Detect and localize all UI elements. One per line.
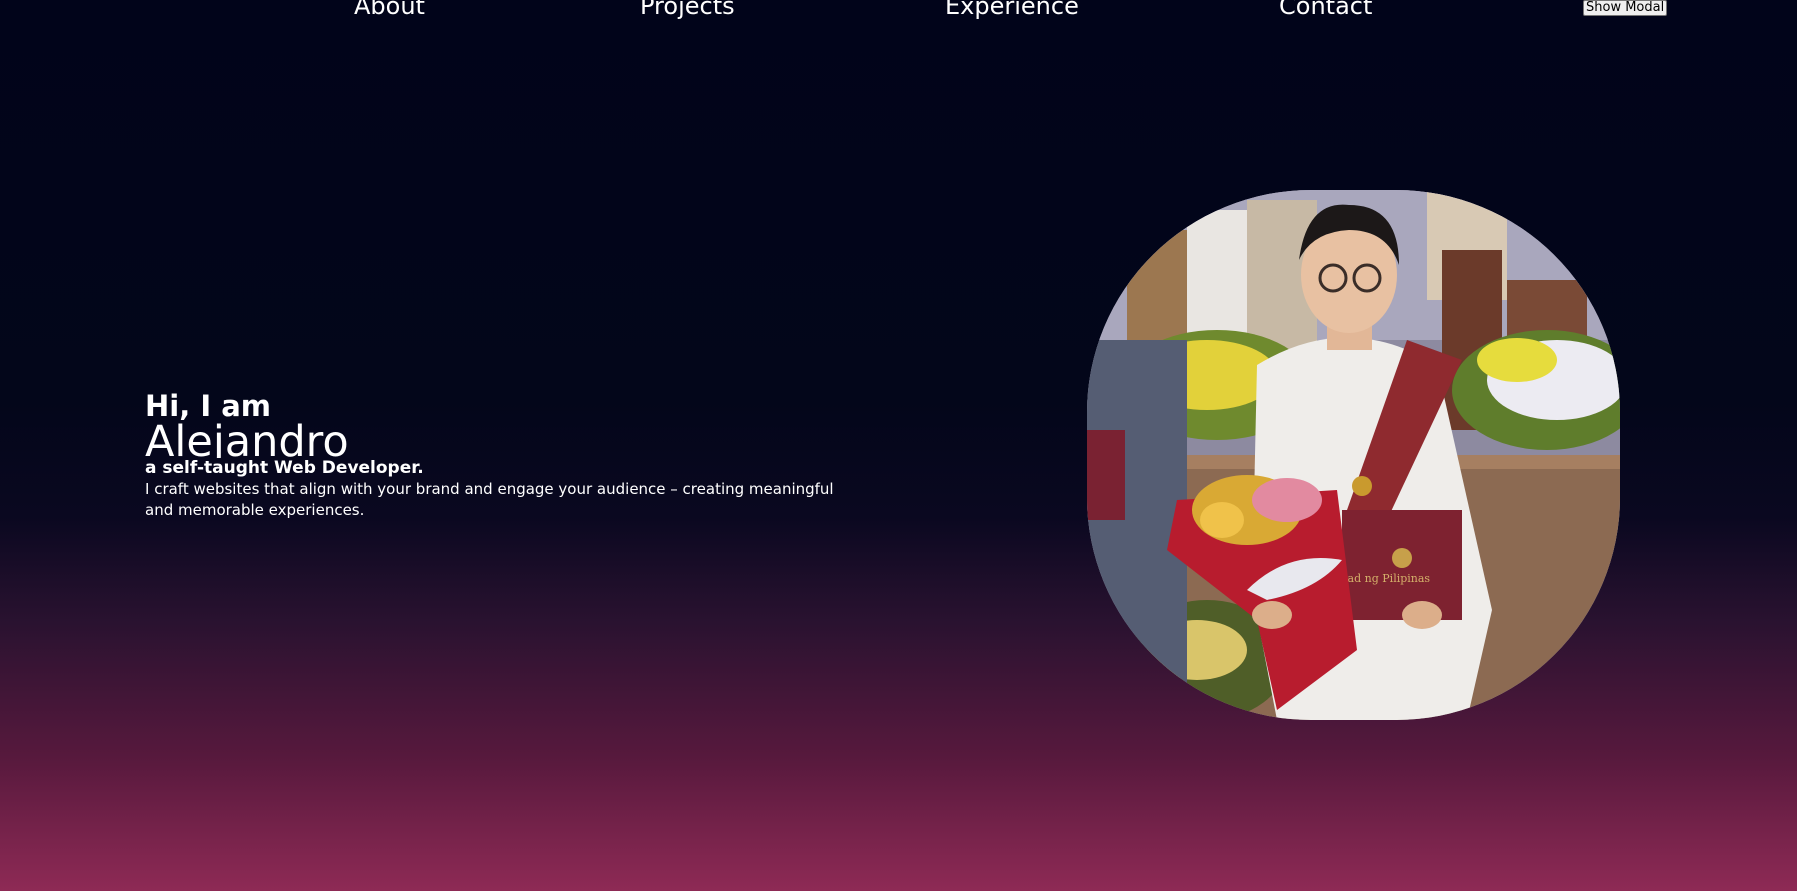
hero-intro: Hi, I am Alejandro a self-taught Web Dev… xyxy=(145,388,865,521)
nav-experience-link[interactable]: Experience xyxy=(945,0,1079,20)
nav-contact-link[interactable]: Contact xyxy=(1279,0,1372,20)
hero-name: Alejandro xyxy=(145,420,349,458)
nav-projects-link[interactable]: Projects xyxy=(640,0,735,20)
nav-about-link[interactable]: About xyxy=(354,0,425,20)
show-modal-button[interactable]: Show Modal xyxy=(1583,0,1668,16)
hero-description: I craft websites that align with your br… xyxy=(145,480,834,519)
diploma-text: idad ng Pilipinas xyxy=(1337,572,1430,585)
main-nav: About Projects Experience Contact xyxy=(0,0,1797,20)
profile-photo: idad ng Pilipinas xyxy=(1087,190,1620,720)
hero-role: a self-taught Web Developer. xyxy=(145,458,424,478)
hero-greeting: Hi, I am xyxy=(145,389,271,423)
